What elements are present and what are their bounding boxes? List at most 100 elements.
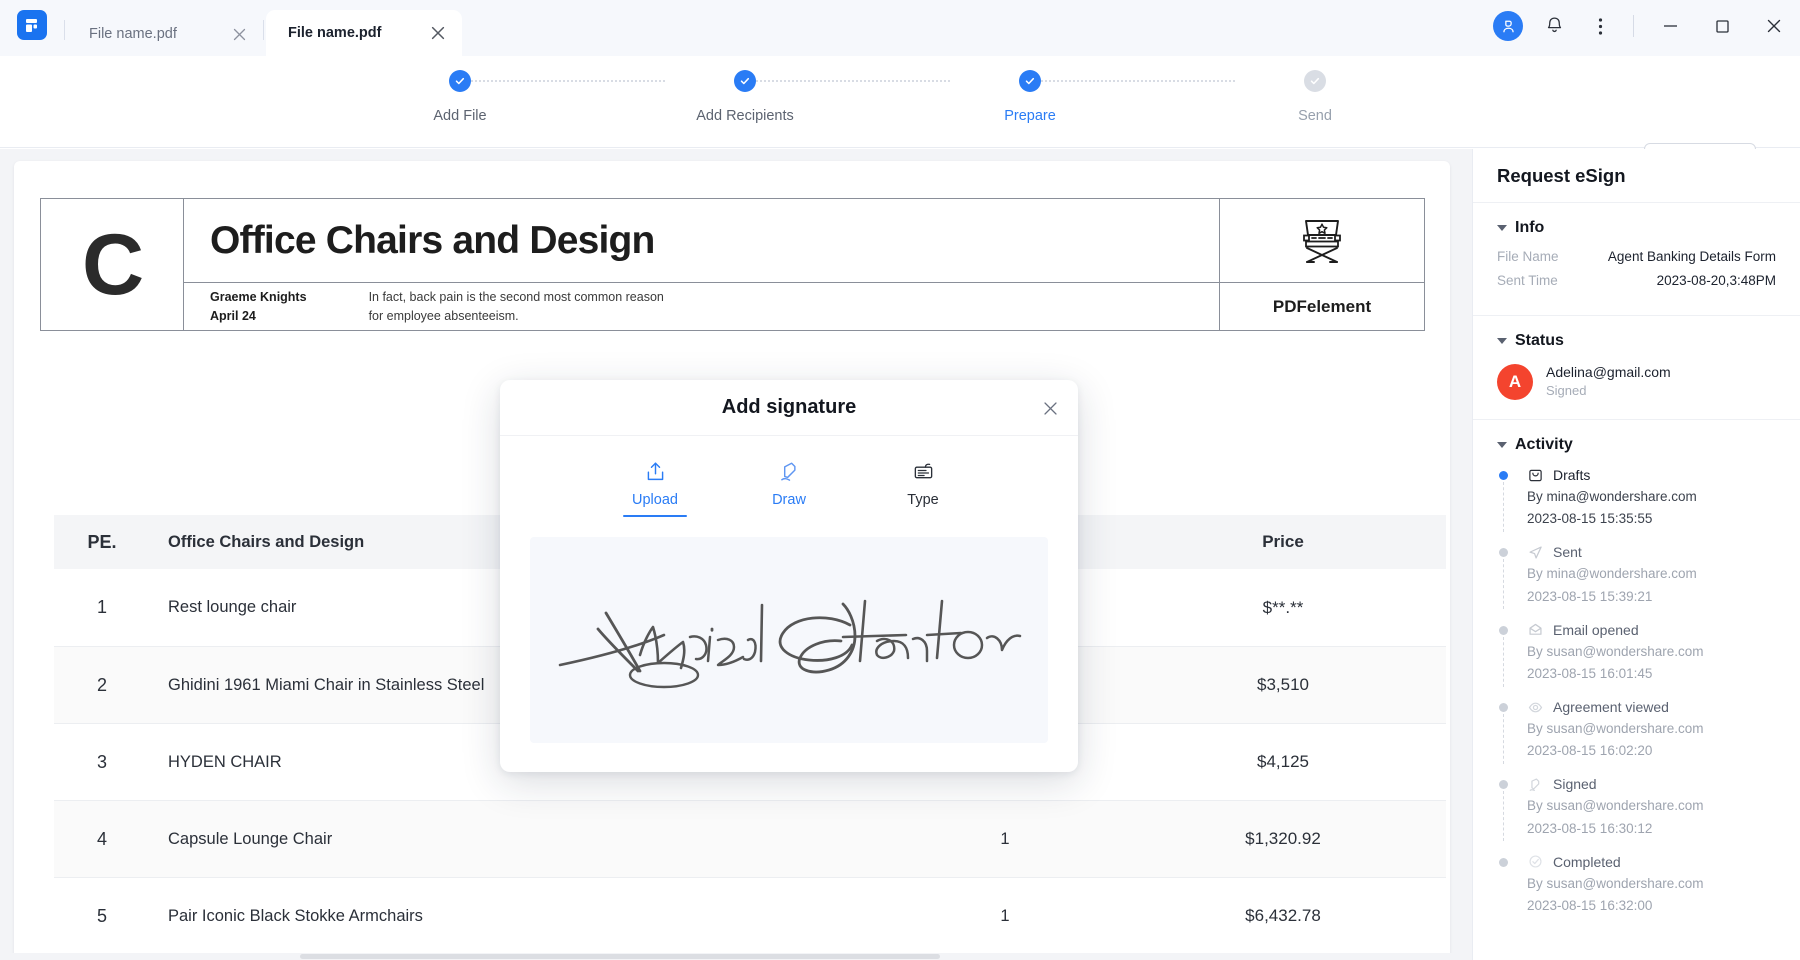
account-button[interactable] bbox=[1485, 4, 1531, 48]
more-vertical-icon bbox=[1598, 17, 1603, 36]
activity-by: By susan@wondershare.com bbox=[1527, 874, 1776, 893]
tab-divider bbox=[64, 20, 65, 40]
letterhead-monogram: C bbox=[41, 199, 184, 330]
note-line-1: In fact, back pain is the second most co… bbox=[369, 288, 664, 306]
cell-name: Pair Iconic Black Stokke Armchairs bbox=[150, 907, 890, 926]
dialog-title: Add signature bbox=[722, 396, 856, 419]
file-name-label: File Name bbox=[1497, 249, 1559, 264]
close-window-button[interactable] bbox=[1748, 4, 1800, 48]
step-label: Add Recipients bbox=[665, 108, 825, 124]
list-item: Completed By susan@wondershare.com 2023-… bbox=[1499, 853, 1776, 915]
sent-time-value: 2023-08-20,3:48PM bbox=[1657, 273, 1776, 288]
signature-preview-canvas[interactable] bbox=[530, 537, 1048, 743]
timeline-bullet bbox=[1499, 858, 1508, 867]
horizontal-scrollbar[interactable] bbox=[0, 953, 1472, 960]
note-line-2: for employee absenteeism. bbox=[369, 307, 664, 325]
activity-title: Completed bbox=[1553, 854, 1621, 870]
maximize-button[interactable] bbox=[1696, 4, 1748, 48]
step-prepare[interactable]: Prepare bbox=[950, 70, 1110, 124]
activity-section: Activity Drafts By mina@wondershare.com … bbox=[1473, 420, 1800, 925]
activity-time: 2023-08-15 15:35:55 bbox=[1527, 509, 1776, 528]
letterhead-note: In fact, back pain is the second most co… bbox=[369, 288, 664, 324]
minimize-icon bbox=[1662, 20, 1679, 32]
activity-by: By susan@wondershare.com bbox=[1527, 719, 1776, 738]
activity-time: 2023-08-15 16:30:12 bbox=[1527, 819, 1776, 838]
timeline-bullet bbox=[1499, 626, 1508, 635]
chevron-down-icon bbox=[1497, 225, 1507, 231]
timeline-bullet bbox=[1499, 780, 1508, 789]
step-label: Send bbox=[1235, 108, 1395, 124]
check-circle-icon bbox=[1527, 853, 1544, 870]
tab-type[interactable]: Type bbox=[884, 458, 962, 517]
list-item: Signed By susan@wondershare.com 2023-08-… bbox=[1499, 775, 1776, 837]
table-row: 5 Pair Iconic Black Stokke Armchairs 1 $… bbox=[54, 877, 1446, 954]
info-file-name-row: File Name Agent Banking Details Form bbox=[1497, 249, 1776, 264]
cell-name: Capsule Lounge Chair bbox=[150, 830, 890, 849]
cell-price: $6,432.78 bbox=[1120, 906, 1446, 926]
chevron-down-icon bbox=[1497, 442, 1507, 448]
document-title: Office Chairs and Design bbox=[210, 219, 655, 263]
letterhead-title-row: Office Chairs and Design bbox=[184, 199, 1219, 283]
close-icon bbox=[1766, 18, 1782, 34]
file-name-value: Agent Banking Details Form bbox=[1608, 249, 1776, 264]
status-section-header[interactable]: Status bbox=[1497, 332, 1776, 350]
timeline-bullet bbox=[1499, 471, 1508, 480]
close-icon[interactable] bbox=[229, 24, 249, 44]
notifications-button[interactable] bbox=[1531, 4, 1577, 48]
app-logo bbox=[0, 0, 64, 56]
activity-section-header[interactable]: Activity bbox=[1497, 436, 1776, 454]
scrollbar-thumb[interactable] bbox=[300, 954, 940, 959]
timeline-line bbox=[1503, 559, 1504, 609]
activity-time: 2023-08-15 16:32:00 bbox=[1527, 896, 1776, 915]
activity-by: By mina@wondershare.com bbox=[1527, 564, 1776, 583]
add-signature-dialog: Add signature Upload Draw bbox=[500, 380, 1078, 772]
eye-icon bbox=[1527, 699, 1544, 716]
step-check-icon bbox=[449, 70, 471, 92]
director-chair-icon bbox=[1220, 199, 1424, 283]
signer-email: Adelina@gmail.com bbox=[1546, 362, 1671, 382]
tab-file-1[interactable]: File name.pdf bbox=[67, 12, 263, 56]
letterhead: C Office Chairs and Design Graeme Knight… bbox=[40, 198, 1425, 331]
activity-heading: Activity bbox=[1515, 436, 1573, 454]
minimize-button[interactable] bbox=[1644, 4, 1696, 48]
letterhead-subrow: Graeme Knights April 24 In fact, back pa… bbox=[184, 283, 1219, 330]
tab-label: File name.pdf bbox=[89, 26, 219, 42]
app-window: File name.pdf File name.pdf bbox=[0, 0, 1800, 960]
step-send[interactable]: Send bbox=[1235, 70, 1395, 124]
esign-panel: Request eSign Info File Name Agent Banki… bbox=[1472, 149, 1800, 960]
activity-timeline: Drafts By mina@wondershare.com 2023-08-1… bbox=[1497, 466, 1776, 915]
close-icon[interactable] bbox=[428, 23, 448, 43]
tab-label: Type bbox=[884, 492, 962, 508]
pen-draw-icon bbox=[750, 458, 828, 484]
activity-by: By mina@wondershare.com bbox=[1527, 487, 1776, 506]
maximize-icon bbox=[1715, 19, 1730, 34]
more-options-button[interactable] bbox=[1577, 4, 1623, 48]
activity-title: Sent bbox=[1553, 544, 1582, 560]
signature-preview bbox=[554, 555, 1024, 727]
signature-mode-tabs: Upload Draw Type bbox=[500, 436, 1078, 517]
info-sent-time-row: Sent Time 2023-08-20,3:48PM bbox=[1497, 273, 1776, 288]
step-add-recipients[interactable]: Add Recipients bbox=[665, 70, 825, 124]
close-icon[interactable] bbox=[1038, 396, 1062, 420]
timeline-line bbox=[1503, 482, 1504, 532]
table-row: 4 Capsule Lounge Chair 1 $1,320.92 bbox=[54, 800, 1446, 877]
tab-upload[interactable]: Upload bbox=[616, 458, 694, 517]
step-check-icon bbox=[1304, 70, 1326, 92]
letterhead-brand-block: PDFelement bbox=[1219, 199, 1424, 330]
list-item: Sent By mina@wondershare.com 2023-08-15 … bbox=[1499, 543, 1776, 605]
letterhead-main: Office Chairs and Design Graeme Knights … bbox=[184, 199, 1219, 330]
info-section-header[interactable]: Info bbox=[1497, 219, 1776, 237]
step-label: Add File bbox=[380, 108, 540, 124]
cell-price: $4,125 bbox=[1120, 752, 1446, 772]
activity-time: 2023-08-15 15:39:21 bbox=[1527, 587, 1776, 606]
signer-details: Adelina@gmail.com Signed bbox=[1546, 362, 1671, 401]
keyboard-type-icon bbox=[884, 458, 962, 484]
tab-label: Draw bbox=[750, 492, 828, 508]
step-add-file[interactable]: Add File bbox=[380, 70, 540, 124]
tab-draw[interactable]: Draw bbox=[750, 458, 828, 517]
info-section: Info File Name Agent Banking Details For… bbox=[1473, 203, 1800, 316]
titlebar-actions bbox=[1485, 0, 1800, 56]
timeline-bullet bbox=[1499, 703, 1508, 712]
tab-file-2[interactable]: File name.pdf bbox=[266, 10, 462, 56]
monogram-letter: C bbox=[82, 222, 142, 308]
